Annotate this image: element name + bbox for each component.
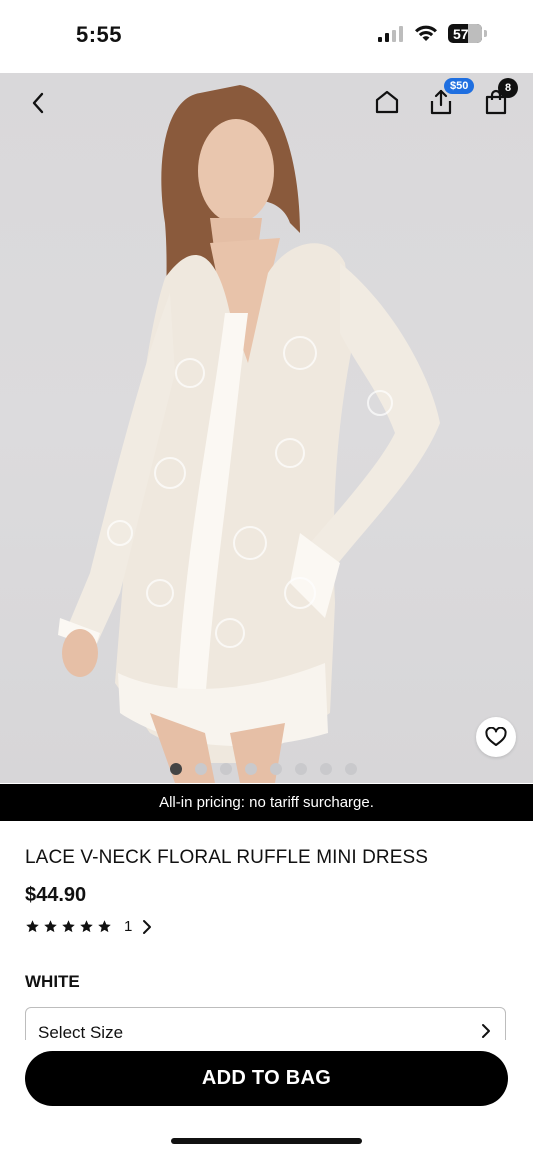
rating-stars xyxy=(25,919,112,934)
carousel-dot[interactable] xyxy=(270,763,282,775)
back-icon xyxy=(32,92,44,114)
product-photo xyxy=(58,85,440,783)
product-title: LACE V-NECK FLORAL RUFFLE MINI DRESS xyxy=(25,847,429,868)
heart-icon xyxy=(485,727,507,746)
wishlist-button[interactable] xyxy=(476,717,516,757)
carousel-dots xyxy=(170,763,357,775)
bag-count-badge: 8 xyxy=(498,78,518,98)
home-button[interactable] xyxy=(370,85,404,119)
star-icon xyxy=(62,920,75,933)
status-time: 5:55 xyxy=(76,22,123,47)
battery-level: 57 xyxy=(453,25,469,42)
star-icon xyxy=(80,920,93,933)
battery-icon: 57 xyxy=(448,24,482,43)
status-icons: 57 xyxy=(378,24,487,43)
status-bar: 5:55 57 xyxy=(0,0,533,73)
share-reward-badge: $50 xyxy=(444,78,475,94)
carousel-dot[interactable] xyxy=(170,763,182,775)
back-button[interactable] xyxy=(22,87,54,119)
pricing-banner-text: All-in pricing: no tariff surcharge. xyxy=(159,794,374,811)
carousel-dot[interactable] xyxy=(195,763,207,775)
carousel-dot[interactable] xyxy=(295,763,307,775)
home-indicator xyxy=(171,1138,362,1144)
rating-row[interactable]: 1 xyxy=(25,918,154,935)
chevron-right-icon xyxy=(482,1024,490,1038)
product-image-carousel[interactable] xyxy=(0,73,533,783)
carousel-dot[interactable] xyxy=(220,763,232,775)
review-count: 1 xyxy=(124,918,133,935)
carousel-dot[interactable] xyxy=(245,763,257,775)
product-price: $44.90 xyxy=(25,884,87,906)
chevron-right-icon xyxy=(143,919,152,934)
pricing-banner: All-in pricing: no tariff surcharge. xyxy=(0,784,533,821)
wifi-icon xyxy=(415,25,437,41)
star-icon xyxy=(98,920,111,933)
home-icon xyxy=(375,90,399,114)
carousel-dot[interactable] xyxy=(345,763,357,775)
selected-color: WHITE xyxy=(25,972,80,991)
star-icon xyxy=(44,920,57,933)
star-icon xyxy=(26,920,39,933)
add-to-bag-button[interactable]: ADD TO BAG xyxy=(25,1051,508,1106)
carousel-dot[interactable] xyxy=(320,763,332,775)
signal-icon xyxy=(378,25,403,42)
